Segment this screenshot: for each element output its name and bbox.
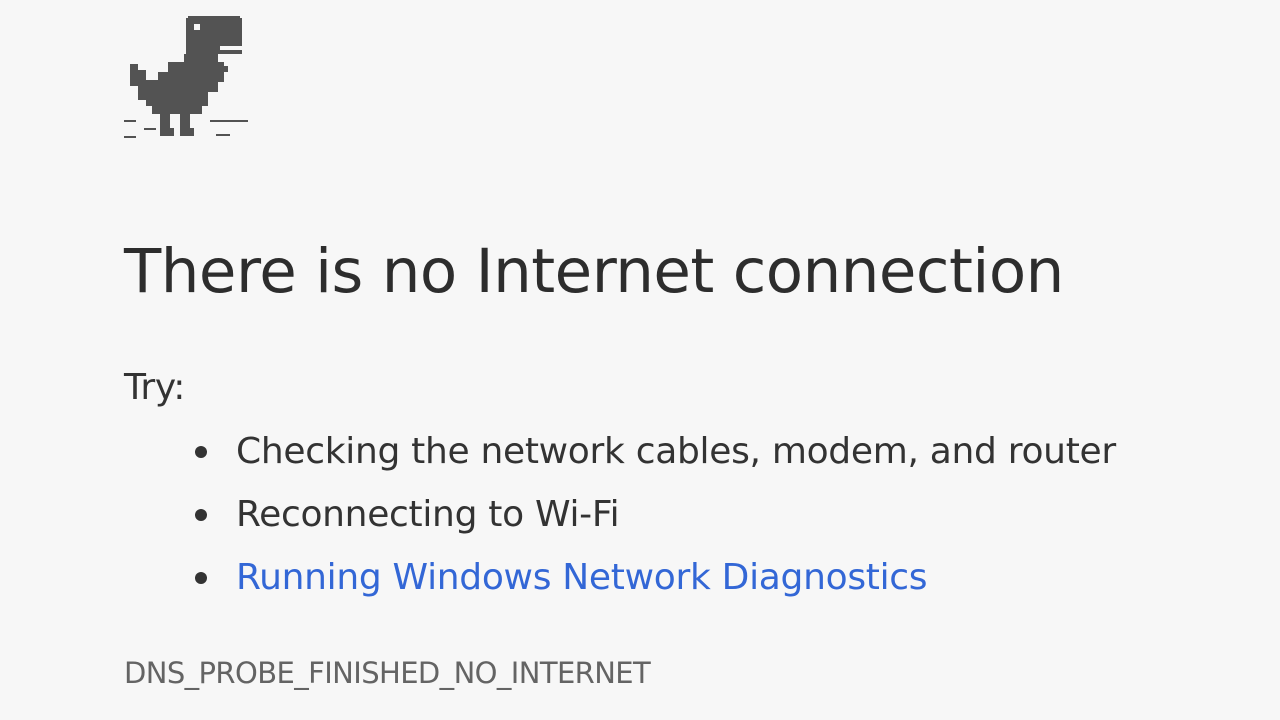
suggestion-list: Checking the network cables, modem, and …: [124, 423, 1184, 612]
suggestion-network-diagnostics: Running Windows Network Diagnostics: [124, 549, 1184, 612]
page-title: There is no Internet connection: [124, 236, 1064, 307]
suggestion-text: Checking the network cables, modem, and …: [236, 431, 1116, 472]
suggestion-check-cables: Checking the network cables, modem, and …: [124, 423, 1184, 486]
bullet-icon: [195, 509, 207, 521]
suggestion-reconnect-wifi: Reconnecting to Wi-Fi: [124, 486, 1184, 549]
suggestion-text: Reconnecting to Wi-Fi: [236, 494, 620, 535]
bullet-icon: [195, 446, 207, 458]
offline-dinosaur-icon: [124, 16, 248, 142]
error-code: DNS_PROBE_FINISHED_NO_INTERNET: [124, 656, 651, 690]
network-diagnostics-link[interactable]: Running Windows Network Diagnostics: [236, 557, 928, 598]
try-label: Try:: [124, 367, 186, 408]
bullet-icon: [195, 572, 207, 584]
